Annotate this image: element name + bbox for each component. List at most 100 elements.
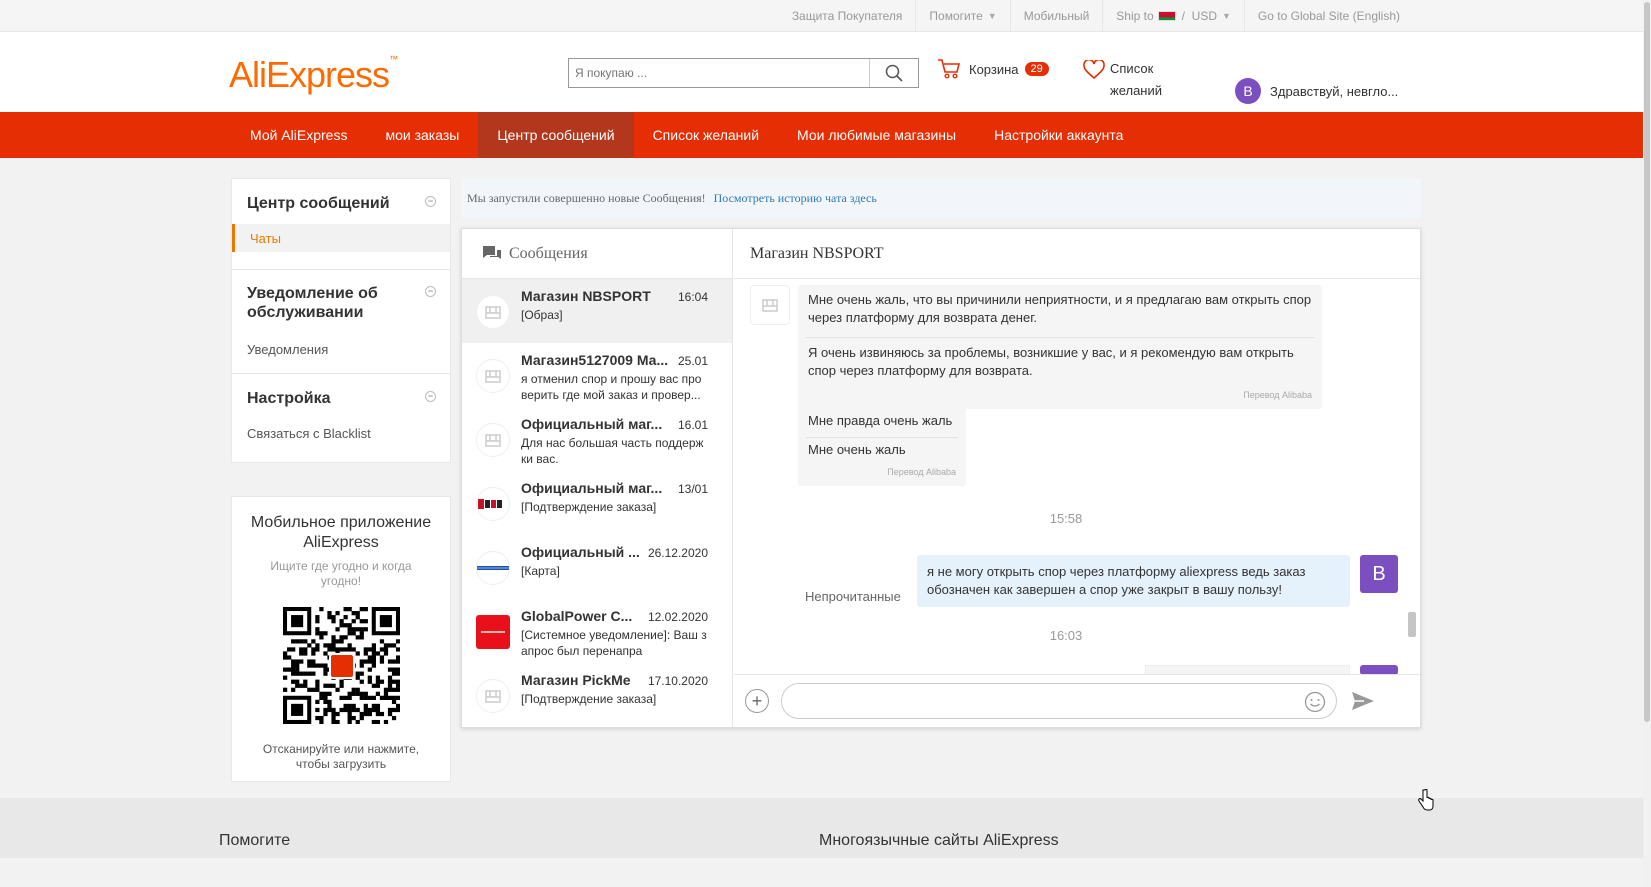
list-item[interactable]: Магазин5127009 Ма... 25.01 я отменил спо… [462,343,732,407]
search-button[interactable] [869,59,918,87]
ship-to-selector[interactable]: Ship to / USD ▼ [1102,0,1244,32]
divider [806,337,1314,338]
sidebar-item-notifications[interactable]: Уведомления [232,342,450,357]
conversation-name: GlobalPower C... [521,608,633,624]
message-timestamp: 16:03 [1049,628,1083,643]
mobile-label: Мобильный [1023,9,1090,23]
divider [806,437,958,438]
scrollbar-thumb[interactable] [1644,2,1650,722]
conversation-name: Магазин NBSPORT [521,288,651,304]
message-scrollbar[interactable] [1408,285,1416,665]
message-translation-2: Мне очень жаль [808,442,906,457]
footer-multilang-heading: Многоязычные сайты AliExpress [819,832,1059,849]
nav-my-orders[interactable]: мои заказы [366,112,478,158]
send-icon[interactable] [1351,691,1375,711]
ship-to-label: Ship to [1116,9,1154,23]
thread-title: Магазин NBSPORT [734,229,1420,279]
emoji-icon[interactable] [1304,691,1326,713]
nav-account-settings[interactable]: Настройки аккаунта [975,112,1142,158]
list-item[interactable]: Официальный маг... 16.01 Для нас большая… [462,407,732,471]
message-composer: + [734,674,1420,727]
main-content: Центр сообщений − Чаты Уведомление об обс… [0,158,1643,858]
outgoing-message: я не могу открыть спор через платформу a… [917,555,1350,607]
mobile-app-footer: Отсканируйте или нажмите, чтобы загрузит… [232,742,450,772]
scrollbar-thumb[interactable] [1408,612,1416,637]
cart-icon [938,59,961,79]
collapse-icon[interactable]: − [425,196,436,207]
cart-count-badge: 29 [1024,62,1049,76]
mobile-app-subtitle: Ищите где угодно и когда угодно! [270,559,412,588]
buyer-protection-link[interactable]: Защита Покупателя [779,0,916,32]
sidebar-title-text: Настройка [247,390,331,407]
image-message-preview[interactable] [1145,665,1350,674]
heart-icon [1083,60,1105,80]
nav-message-center[interactable]: Центр сообщений [478,112,634,158]
message-translation-1: Мне правда очень жаль [808,413,953,428]
collapse-icon[interactable]: − [425,391,436,402]
list-item[interactable]: Официальный ... 26.12.2020 [Карта] [462,535,732,599]
store-icon [476,295,510,329]
help-label: Помогите [929,9,983,23]
list-item[interactable]: Магазин NBSPORT 16:04 [Образ] [462,279,732,343]
chat-history-link[interactable]: Посмотреть историю чата здесь [714,191,877,206]
avatar: B [1235,78,1261,104]
sidebar-title-line2: обслуживании [247,304,364,321]
user-account-menu[interactable]: B Здравствуй, невгло... [1235,78,1398,104]
search-box [568,58,919,88]
conversation-name: Магазин PickMe [521,672,631,688]
wishlist-label-line1: Список [1110,61,1154,76]
conversation-preview: [Карта] [521,564,560,578]
conversation-list-title: Сообщения [509,244,588,262]
unread-status: Непрочитанные [805,589,901,604]
list-item[interactable]: GlobalPower C... 12.02.2020 [Системное у… [462,599,732,663]
mobile-app-title: Мобильное приложение AliExpress [250,514,432,551]
conversation-date: 25.01 [677,354,708,368]
page-scrollbar[interactable] [1643,0,1651,887]
sidebar-item-blacklist[interactable]: Связаться с Blacklist [232,426,450,441]
nav-wishlist[interactable]: Список желаний [634,112,778,158]
sidebar-messages-section: Центр сообщений − Чаты [231,178,451,270]
conversation-date: 26.12.2020 [647,546,708,560]
nav-my-aliexpress[interactable]: Мой AliExpress [231,112,366,158]
global-site-link[interactable]: Go to Global Site (English) [1243,0,1413,32]
aliexpress-logo[interactable]: AliExpress™ [229,54,398,96]
currency-separator: / [1181,9,1185,23]
site-footer: Помогите Многоязычные сайты AliExpress [0,798,1643,858]
message-input[interactable] [781,683,1337,719]
conversation-date: 16.01 [677,418,708,432]
wishlist-link[interactable]: Список желаний [1083,58,1162,102]
store-icon [750,285,790,325]
sidebar-item-label: Связаться с Blacklist [247,426,371,441]
conversation-name: Официальный маг... [521,480,663,496]
footer-help-heading: Помогите [219,832,291,849]
conversation-preview: я отменил спор и прошу вас про верить гд… [521,372,702,402]
help-menu[interactable]: Помогите ▼ [915,0,1009,32]
incoming-message: Мне правда очень жаль Мне очень жаль Пер… [798,406,966,486]
conversation-list-header: Сообщения [462,229,732,279]
sidebar-section-title: Центр сообщений − [232,194,450,213]
banner-text: Мы запустили совершенно новые Сообщения! [467,190,706,205]
conversation-preview: [Образ] [521,308,563,322]
cart-link[interactable]: Корзина 29 [937,58,1049,80]
message-timestamp: 15:58 [1049,511,1083,526]
mobile-app-footer-line1: Отсканируйте или нажмите, [262,742,420,756]
mobile-link[interactable]: Мобильный [1009,0,1103,32]
collapse-icon[interactable]: − [425,286,436,297]
chat-bubbles-icon [483,245,501,259]
search-input[interactable] [569,59,869,87]
sidebar-item-chats[interactable]: Чаты [232,224,450,252]
cart-label: Корзина [969,61,1019,77]
store-logo-icon [476,551,510,585]
buyer-protection-label: Защита Покупателя [791,9,903,23]
hand-cursor-icon [1418,789,1434,811]
add-attachment-button[interactable]: + [745,689,769,713]
list-item[interactable]: Официальный маг... 13/01 [Подтверждение … [462,471,732,535]
list-item[interactable]: Магазин PickMe 17.10.2020 [Подтверждение… [462,663,732,727]
sidebar-section-title: Уведомление об обслуживании − [232,284,450,322]
conversation-name: Официальный маг... [521,416,663,432]
translation-note: Перевод Alibaba [887,467,956,477]
flag-icon [1157,11,1176,21]
nav-favorite-stores[interactable]: Мои любимые магазины [778,112,975,158]
qr-code[interactable] [282,607,400,725]
store-icon [476,359,510,393]
